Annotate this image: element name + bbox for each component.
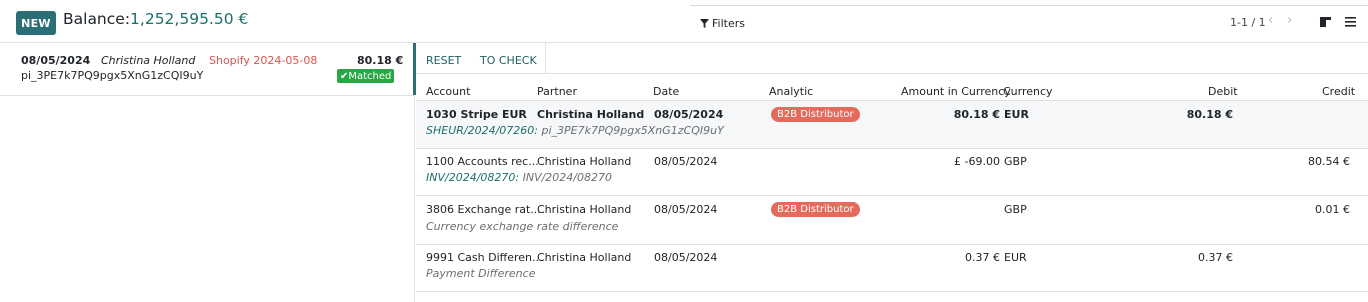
row-partner[interactable]: Christina Holland	[537, 108, 644, 121]
row-reference: INV/2024/08270: INV/2024/08270	[426, 171, 612, 184]
toolbar-divider	[0, 42, 1368, 43]
filters-button[interactable]: Filters	[700, 17, 745, 30]
column-header-account[interactable]: Account	[426, 85, 470, 98]
analytic-tag[interactable]: B2B Distributor	[771, 107, 860, 122]
balance-value: 1,252,595.50 €	[130, 10, 249, 28]
column-header-analytic[interactable]: Analytic	[769, 85, 813, 98]
row-divider	[416, 195, 1368, 196]
column-header-amount-currency[interactable]: Amount in Currency	[901, 85, 1011, 98]
card-divider	[0, 95, 414, 96]
search-bar-border	[690, 5, 1368, 6]
statement-amount[interactable]: 80.18 €	[357, 54, 403, 67]
row-partner[interactable]: Christina Holland	[537, 155, 631, 168]
row-credit[interactable]: 80.54 €	[1270, 155, 1350, 168]
balance-display: Balance:1,252,595.50 €	[63, 10, 248, 28]
statement-date[interactable]: 08/05/2024	[21, 54, 90, 67]
filters-label: Filters	[712, 17, 745, 30]
row-date[interactable]: 08/05/2024	[654, 108, 723, 121]
move-link[interactable]: INV/2024/08270:	[426, 171, 519, 184]
row-reference: SHEUR/2024/07260: pi_3PE7k7PQ9pgx5XnG1zC…	[426, 124, 724, 137]
row-currency[interactable]: GBP	[1004, 203, 1027, 216]
row-amount-currency[interactable]: 0.37 €	[900, 251, 1000, 264]
column-header-date[interactable]: Date	[653, 85, 679, 98]
pager-value[interactable]: 1-1 / 1	[1230, 16, 1266, 29]
row-debit[interactable]: 0.37 €	[1150, 251, 1233, 264]
to-check-button[interactable]: TO CHECK	[480, 54, 537, 67]
row-date[interactable]: 08/05/2024	[654, 251, 717, 264]
row-amount-currency[interactable]: 80.18 €	[900, 108, 1000, 121]
statement-reference[interactable]: pi_3PE7k7PQ9pgx5XnG1zCQI9uY	[21, 69, 203, 82]
funnel-icon	[700, 19, 709, 28]
row-amount-currency[interactable]: £ -69.00	[900, 155, 1000, 168]
row-account[interactable]: 1100 Accounts rec...	[426, 155, 539, 168]
statement-label[interactable]: Shopify 2024-05-08	[209, 54, 317, 67]
row-account[interactable]: 3806 Exchange rat...	[426, 203, 541, 216]
row-reference-text: pi_3PE7k7PQ9pgx5XnG1zCQI9uY	[538, 124, 724, 137]
row-account[interactable]: 1030 Stripe EUR	[426, 108, 527, 121]
column-header-partner[interactable]: Partner	[537, 85, 577, 98]
row-divider	[416, 148, 1368, 149]
column-header-credit[interactable]: Credit	[1322, 85, 1355, 98]
chevron-right-icon[interactable]: ›	[1287, 13, 1292, 28]
row-partner[interactable]: Christina Holland	[537, 251, 631, 264]
analytic-tag[interactable]: B2B Distributor	[771, 202, 860, 217]
row-partner[interactable]: Christina Holland	[537, 203, 631, 216]
kanban-view-icon[interactable]	[1320, 17, 1331, 27]
column-header-debit[interactable]: Debit	[1208, 85, 1238, 98]
balance-label: Balance:	[63, 10, 131, 28]
row-divider	[416, 291, 1368, 292]
reset-button[interactable]: RESET	[426, 54, 461, 67]
new-button[interactable]: NEW	[16, 11, 56, 35]
list-view-icon[interactable]	[1345, 17, 1356, 27]
actions-divider	[416, 73, 1368, 74]
column-header-currency[interactable]: Currency	[1003, 85, 1053, 98]
active-line-indicator	[413, 43, 416, 95]
action-separator	[545, 43, 546, 73]
chevron-left-icon[interactable]: ‹	[1268, 13, 1273, 28]
matched-badge: ✔Matched	[337, 69, 395, 83]
move-link[interactable]: SHEUR/2024/07260:	[426, 124, 538, 137]
row-account[interactable]: 9991 Cash Differen...	[426, 251, 543, 264]
row-debit[interactable]: 80.18 €	[1150, 108, 1233, 121]
row-currency[interactable]: GBP	[1004, 155, 1027, 168]
row-reference-text: Payment Difference	[426, 267, 536, 280]
row-date[interactable]: 08/05/2024	[654, 155, 717, 168]
row-currency[interactable]: EUR	[1004, 108, 1029, 121]
row-reference-text: INV/2024/08270	[519, 171, 613, 184]
row-date[interactable]: 08/05/2024	[654, 203, 717, 216]
row-credit[interactable]: 0.01 €	[1270, 203, 1350, 216]
row-currency[interactable]: EUR	[1004, 251, 1027, 264]
row-divider	[416, 244, 1368, 245]
statement-partner[interactable]: Christina Holland	[101, 54, 195, 67]
row-reference-text: Currency exchange rate difference	[426, 220, 619, 233]
